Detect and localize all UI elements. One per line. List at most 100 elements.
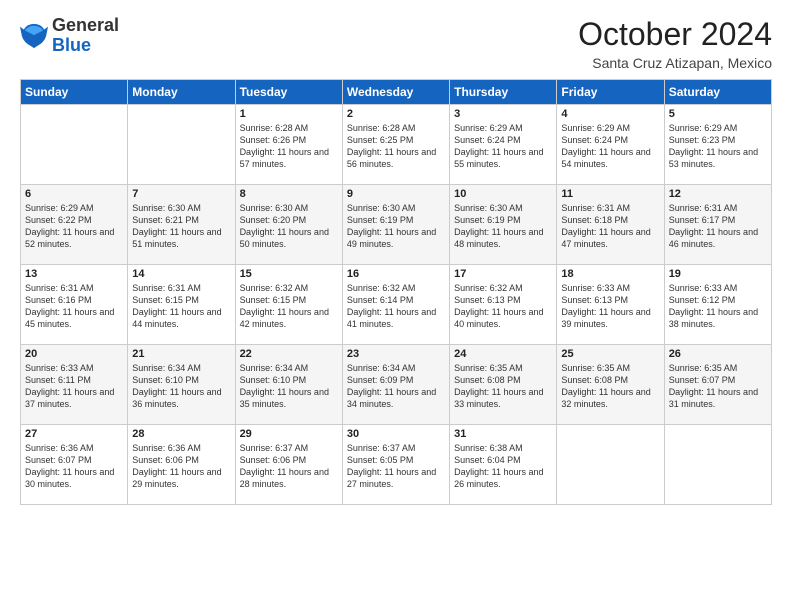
cell-info: Sunrise: 6:32 AMSunset: 6:13 PMDaylight:… xyxy=(454,282,552,331)
cell-info: Sunrise: 6:34 AMSunset: 6:10 PMDaylight:… xyxy=(132,362,230,411)
day-number: 23 xyxy=(347,348,445,360)
cell-info: Sunrise: 6:34 AMSunset: 6:10 PMDaylight:… xyxy=(240,362,338,411)
calendar-cell: 15 Sunrise: 6:32 AMSunset: 6:15 PMDaylig… xyxy=(235,265,342,345)
calendar-cell: 21 Sunrise: 6:34 AMSunset: 6:10 PMDaylig… xyxy=(128,345,235,425)
cell-info: Sunrise: 6:30 AMSunset: 6:20 PMDaylight:… xyxy=(240,202,338,251)
calendar-cell: 2 Sunrise: 6:28 AMSunset: 6:25 PMDayligh… xyxy=(342,105,449,185)
day-number: 9 xyxy=(347,188,445,200)
calendar-cell: 8 Sunrise: 6:30 AMSunset: 6:20 PMDayligh… xyxy=(235,185,342,265)
calendar-cell: 5 Sunrise: 6:29 AMSunset: 6:23 PMDayligh… xyxy=(664,105,771,185)
day-number: 4 xyxy=(561,108,659,120)
calendar-cell: 7 Sunrise: 6:30 AMSunset: 6:21 PMDayligh… xyxy=(128,185,235,265)
calendar-cell: 27 Sunrise: 6:36 AMSunset: 6:07 PMDaylig… xyxy=(21,425,128,505)
col-friday: Friday xyxy=(557,80,664,105)
day-number: 20 xyxy=(25,348,123,360)
logo-text: General Blue xyxy=(52,16,119,56)
cell-info: Sunrise: 6:37 AMSunset: 6:06 PMDaylight:… xyxy=(240,442,338,491)
calendar-cell: 31 Sunrise: 6:38 AMSunset: 6:04 PMDaylig… xyxy=(450,425,557,505)
day-number: 13 xyxy=(25,268,123,280)
calendar-cell: 29 Sunrise: 6:37 AMSunset: 6:06 PMDaylig… xyxy=(235,425,342,505)
day-number: 2 xyxy=(347,108,445,120)
calendar-cell: 13 Sunrise: 6:31 AMSunset: 6:16 PMDaylig… xyxy=(21,265,128,345)
day-number: 28 xyxy=(132,428,230,440)
calendar-week-3: 20 Sunrise: 6:33 AMSunset: 6:11 PMDaylig… xyxy=(21,345,772,425)
cell-info: Sunrise: 6:33 AMSunset: 6:12 PMDaylight:… xyxy=(669,282,767,331)
day-number: 10 xyxy=(454,188,552,200)
cell-info: Sunrise: 6:35 AMSunset: 6:08 PMDaylight:… xyxy=(454,362,552,411)
cell-info: Sunrise: 6:36 AMSunset: 6:06 PMDaylight:… xyxy=(132,442,230,491)
cell-info: Sunrise: 6:32 AMSunset: 6:14 PMDaylight:… xyxy=(347,282,445,331)
calendar-table: Sunday Monday Tuesday Wednesday Thursday… xyxy=(20,79,772,505)
cell-info: Sunrise: 6:28 AMSunset: 6:26 PMDaylight:… xyxy=(240,122,338,171)
title-block: October 2024 Santa Cruz Atizapan, Mexico xyxy=(578,16,772,71)
day-number: 8 xyxy=(240,188,338,200)
calendar-cell: 30 Sunrise: 6:37 AMSunset: 6:05 PMDaylig… xyxy=(342,425,449,505)
col-tuesday: Tuesday xyxy=(235,80,342,105)
calendar-cell: 22 Sunrise: 6:34 AMSunset: 6:10 PMDaylig… xyxy=(235,345,342,425)
day-number: 1 xyxy=(240,108,338,120)
calendar-cell xyxy=(664,425,771,505)
cell-info: Sunrise: 6:31 AMSunset: 6:15 PMDaylight:… xyxy=(132,282,230,331)
day-number: 27 xyxy=(25,428,123,440)
cell-info: Sunrise: 6:29 AMSunset: 6:23 PMDaylight:… xyxy=(669,122,767,171)
day-number: 31 xyxy=(454,428,552,440)
cell-info: Sunrise: 6:30 AMSunset: 6:19 PMDaylight:… xyxy=(347,202,445,251)
cell-info: Sunrise: 6:38 AMSunset: 6:04 PMDaylight:… xyxy=(454,442,552,491)
calendar-cell: 12 Sunrise: 6:31 AMSunset: 6:17 PMDaylig… xyxy=(664,185,771,265)
cell-info: Sunrise: 6:29 AMSunset: 6:22 PMDaylight:… xyxy=(25,202,123,251)
day-number: 3 xyxy=(454,108,552,120)
day-number: 7 xyxy=(132,188,230,200)
day-number: 14 xyxy=(132,268,230,280)
col-monday: Monday xyxy=(128,80,235,105)
calendar-cell: 20 Sunrise: 6:33 AMSunset: 6:11 PMDaylig… xyxy=(21,345,128,425)
cell-info: Sunrise: 6:32 AMSunset: 6:15 PMDaylight:… xyxy=(240,282,338,331)
calendar-cell: 9 Sunrise: 6:30 AMSunset: 6:19 PMDayligh… xyxy=(342,185,449,265)
day-number: 16 xyxy=(347,268,445,280)
cell-info: Sunrise: 6:29 AMSunset: 6:24 PMDaylight:… xyxy=(561,122,659,171)
day-number: 19 xyxy=(669,268,767,280)
day-number: 12 xyxy=(669,188,767,200)
calendar-week-2: 13 Sunrise: 6:31 AMSunset: 6:16 PMDaylig… xyxy=(21,265,772,345)
cell-info: Sunrise: 6:35 AMSunset: 6:07 PMDaylight:… xyxy=(669,362,767,411)
cell-info: Sunrise: 6:31 AMSunset: 6:17 PMDaylight:… xyxy=(669,202,767,251)
col-saturday: Saturday xyxy=(664,80,771,105)
cell-info: Sunrise: 6:35 AMSunset: 6:08 PMDaylight:… xyxy=(561,362,659,411)
header-row: Sunday Monday Tuesday Wednesday Thursday… xyxy=(21,80,772,105)
calendar-cell: 19 Sunrise: 6:33 AMSunset: 6:12 PMDaylig… xyxy=(664,265,771,345)
day-number: 15 xyxy=(240,268,338,280)
cell-info: Sunrise: 6:33 AMSunset: 6:11 PMDaylight:… xyxy=(25,362,123,411)
logo-general: General xyxy=(52,15,119,35)
location: Santa Cruz Atizapan, Mexico xyxy=(578,55,772,71)
calendar-cell: 6 Sunrise: 6:29 AMSunset: 6:22 PMDayligh… xyxy=(21,185,128,265)
cell-info: Sunrise: 6:31 AMSunset: 6:18 PMDaylight:… xyxy=(561,202,659,251)
cell-info: Sunrise: 6:28 AMSunset: 6:25 PMDaylight:… xyxy=(347,122,445,171)
day-number: 6 xyxy=(25,188,123,200)
calendar-week-4: 27 Sunrise: 6:36 AMSunset: 6:07 PMDaylig… xyxy=(21,425,772,505)
cell-info: Sunrise: 6:33 AMSunset: 6:13 PMDaylight:… xyxy=(561,282,659,331)
col-thursday: Thursday xyxy=(450,80,557,105)
month-title: October 2024 xyxy=(578,16,772,53)
calendar-cell: 17 Sunrise: 6:32 AMSunset: 6:13 PMDaylig… xyxy=(450,265,557,345)
day-number: 30 xyxy=(347,428,445,440)
calendar-cell: 10 Sunrise: 6:30 AMSunset: 6:19 PMDaylig… xyxy=(450,185,557,265)
cell-info: Sunrise: 6:30 AMSunset: 6:21 PMDaylight:… xyxy=(132,202,230,251)
calendar-cell: 3 Sunrise: 6:29 AMSunset: 6:24 PMDayligh… xyxy=(450,105,557,185)
cell-info: Sunrise: 6:34 AMSunset: 6:09 PMDaylight:… xyxy=(347,362,445,411)
page: General Blue October 2024 Santa Cruz Ati… xyxy=(0,0,792,612)
day-number: 25 xyxy=(561,348,659,360)
day-number: 5 xyxy=(669,108,767,120)
calendar-week-0: 1 Sunrise: 6:28 AMSunset: 6:26 PMDayligh… xyxy=(21,105,772,185)
calendar-cell: 25 Sunrise: 6:35 AMSunset: 6:08 PMDaylig… xyxy=(557,345,664,425)
calendar-cell: 28 Sunrise: 6:36 AMSunset: 6:06 PMDaylig… xyxy=(128,425,235,505)
calendar-cell xyxy=(128,105,235,185)
col-wednesday: Wednesday xyxy=(342,80,449,105)
calendar-cell: 16 Sunrise: 6:32 AMSunset: 6:14 PMDaylig… xyxy=(342,265,449,345)
cell-info: Sunrise: 6:30 AMSunset: 6:19 PMDaylight:… xyxy=(454,202,552,251)
cell-info: Sunrise: 6:29 AMSunset: 6:24 PMDaylight:… xyxy=(454,122,552,171)
logo: General Blue xyxy=(20,16,119,56)
calendar-cell: 23 Sunrise: 6:34 AMSunset: 6:09 PMDaylig… xyxy=(342,345,449,425)
day-number: 18 xyxy=(561,268,659,280)
calendar-cell xyxy=(21,105,128,185)
calendar-cell: 14 Sunrise: 6:31 AMSunset: 6:15 PMDaylig… xyxy=(128,265,235,345)
calendar-week-1: 6 Sunrise: 6:29 AMSunset: 6:22 PMDayligh… xyxy=(21,185,772,265)
